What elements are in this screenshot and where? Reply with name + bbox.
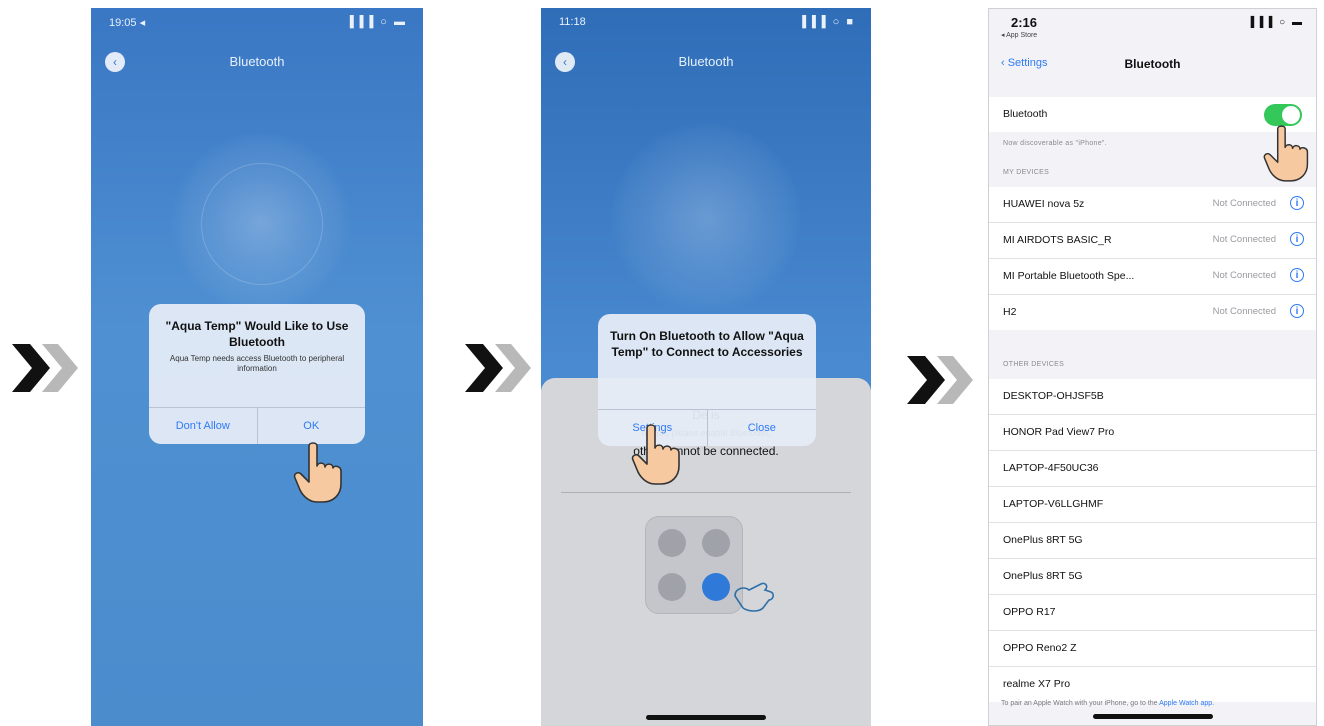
device-name: HUAWEI nova 5z (1003, 198, 1085, 210)
page-title: Bluetooth (678, 54, 734, 69)
device-name: H2 (1003, 306, 1017, 318)
status-bar: 19:05 ◂ ▐▐▐ ○ ▬ (109, 16, 407, 32)
status-indicators: ▐▐▐ ○ ■ (798, 16, 855, 28)
home-indicator (1093, 714, 1213, 719)
status-time: 19:05 ◂ (109, 17, 146, 29)
list-item[interactable]: H2 Not Connected i (989, 295, 1316, 330)
alert-message: Aqua Temp needs access Bluetooth to peri… (169, 354, 345, 373)
list-item[interactable]: MI Portable Bluetooth Spe... Not Connect… (989, 259, 1316, 295)
discoverable-note: Now discoverable as "iPhone". (1003, 140, 1107, 147)
info-icon[interactable]: i (1290, 268, 1304, 282)
device-name: LAPTOP-4F50UC36 (1003, 462, 1099, 474)
info-icon[interactable]: i (1290, 232, 1304, 246)
other-devices-list: DESKTOP-OHJSF5B HONOR Pad View7 Pro LAPT… (989, 379, 1316, 702)
device-name: LAPTOP-V6LLGHMF (1003, 498, 1104, 510)
status-time: 11:18 (559, 16, 586, 28)
close-button[interactable]: Close (706, 410, 817, 446)
pointing-hand-icon (1263, 125, 1309, 182)
list-item[interactable]: OnePlus 8RT 5G (989, 523, 1316, 559)
tap-hand-icon (734, 582, 774, 612)
airplane-toggle[interactable] (658, 529, 686, 557)
pointing-hand-icon (631, 424, 680, 485)
section-header-other-devices: OTHER DEVICES (1003, 361, 1065, 368)
status-time: 2:16 (1011, 15, 1038, 30)
list-item[interactable]: HONOR Pad View7 Pro (989, 415, 1316, 451)
alert-title: "Aqua Temp" Would Like to Use Bluetooth (165, 319, 349, 349)
page-title: Bluetooth (229, 54, 285, 69)
list-item[interactable]: realme X7 Pro (989, 667, 1316, 702)
device-name: OnePlus 8RT 5G (1003, 570, 1083, 582)
connection-status: Not Connected (1212, 306, 1276, 317)
home-indicator (646, 715, 766, 720)
pointing-hand-icon (293, 442, 342, 503)
list-item[interactable]: HUAWEI nova 5z Not Connected i (989, 187, 1316, 223)
alert-title: Turn On Bluetooth to Allow "Aqua Temp" t… (610, 329, 804, 359)
apple-watch-app-link[interactable]: Apple Watch app. (1159, 700, 1214, 707)
device-name: OPPO Reno2 Z (1003, 642, 1077, 654)
list-item[interactable]: LAPTOP-V6LLGHMF (989, 487, 1316, 523)
back-to-app-store[interactable]: ◂ App Store (1001, 31, 1037, 39)
bluetooth-label: Bluetooth (1003, 108, 1048, 120)
list-item[interactable]: OnePlus 8RT 5G (989, 559, 1316, 595)
device-name: MI AIRDOTS BASIC_R (1003, 234, 1112, 246)
status-bar: 11:18 ▐▐▐ ○ ■ (559, 16, 855, 32)
list-item[interactable]: DESKTOP-OHJSF5B (989, 379, 1316, 415)
info-icon[interactable]: i (1290, 196, 1304, 210)
radar-ring (201, 163, 323, 285)
radar-graphic (611, 123, 801, 313)
chevron-right-icon (907, 356, 973, 404)
list-item[interactable]: OPPO R17 (989, 595, 1316, 631)
status-indicators: ▐▐▐ ○ ▬ (1247, 17, 1304, 28)
list-item[interactable]: LAPTOP-4F50UC36 (989, 451, 1316, 487)
sheet-text: other cannot be connected. (633, 444, 779, 458)
connection-status: Not Connected (1212, 234, 1276, 245)
phone-screen-enable: 11:18 ▐▐▐ ○ ■ ‹ Bluetooth De is not on, … (541, 8, 871, 726)
navigation-bar: ‹ Settings Bluetooth (989, 53, 1316, 79)
control-center-panel (645, 516, 743, 614)
device-name: DESKTOP-OHJSF5B (1003, 390, 1104, 402)
chevron-right-icon (465, 344, 531, 392)
list-item[interactable]: MI AIRDOTS BASIC_R Not Connected i (989, 223, 1316, 259)
status-indicators: ▐▐▐ ○ ▬ (345, 16, 407, 28)
connection-status: Not Connected (1212, 198, 1276, 209)
device-name: OPPO R17 (1003, 606, 1056, 618)
dont-allow-button[interactable]: Don't Allow (149, 408, 257, 444)
phone-screen-permission: 19:05 ◂ ▐▐▐ ○ ▬ ‹ Bluetooth "Aqua Temp" … (91, 8, 423, 726)
my-devices-list: HUAWEI nova 5z Not Connected i MI AIRDOT… (989, 187, 1316, 330)
ok-button[interactable]: OK (256, 408, 366, 444)
device-name: HONOR Pad View7 Pro (1003, 426, 1115, 438)
device-name: realme X7 Pro (1003, 678, 1071, 690)
bluetooth-toggle[interactable] (702, 573, 730, 601)
status-bar: 2:16 ◂ App Store ▐▐▐ ○ ▬ (1001, 15, 1304, 43)
bluetooth-permission-alert: "Aqua Temp" Would Like to Use Bluetooth … (149, 304, 365, 444)
list-item[interactable]: OPPO Reno2 Z (989, 631, 1316, 667)
divider (561, 492, 851, 493)
info-icon[interactable]: i (1290, 304, 1304, 318)
apple-watch-note: To pair an Apple Watch with your iPhone,… (1001, 700, 1304, 707)
device-name: MI Portable Bluetooth Spe... (1003, 270, 1135, 282)
footnote-text: To pair an Apple Watch with your iPhone,… (1001, 700, 1158, 707)
phone-screen-settings: 2:16 ◂ App Store ▐▐▐ ○ ▬ ‹ Settings Blue… (988, 8, 1317, 726)
page-title: Bluetooth (1124, 57, 1181, 71)
connection-status: Not Connected (1212, 270, 1276, 281)
device-name: OnePlus 8RT 5G (1003, 534, 1083, 546)
wifi-toggle[interactable] (658, 573, 686, 601)
chevron-right-icon (12, 344, 78, 392)
cellular-toggle[interactable] (702, 529, 730, 557)
section-header-my-devices: MY DEVICES (1003, 169, 1050, 176)
